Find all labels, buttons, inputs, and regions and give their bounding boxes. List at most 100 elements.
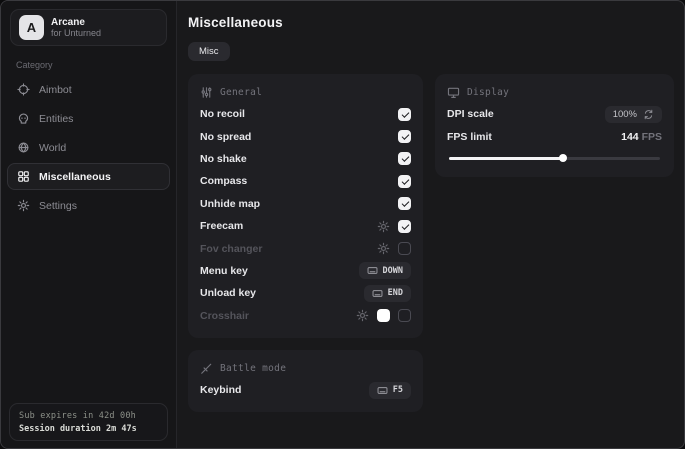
- keyboard-icon: [377, 385, 388, 396]
- sidebar-item-miscellaneous[interactable]: Miscellaneous: [7, 163, 170, 190]
- checkbox[interactable]: [398, 152, 411, 165]
- sidebar-item-label: Entities: [39, 113, 73, 125]
- slider-thumb[interactable]: [559, 154, 567, 162]
- app-window: A Arcane for Unturned Category Aimbot Ent…: [0, 0, 685, 449]
- panel-general: General No recoil No spread No shake Compas…: [188, 74, 423, 338]
- setting-row-menu-key: Menu keyDOWN: [200, 260, 411, 282]
- setting-label: No shake: [200, 153, 247, 165]
- brand-text: Arcane for Unturned: [51, 17, 151, 39]
- slider-fill: [449, 157, 563, 160]
- sidebar-item-settings[interactable]: Settings: [7, 192, 170, 219]
- dpi-scale-select[interactable]: 100%: [605, 106, 662, 123]
- keybind-value: DOWN: [383, 266, 403, 276]
- setting-label: No recoil: [200, 108, 245, 120]
- dpi-scale-label: DPI scale: [447, 108, 494, 120]
- gear-icon[interactable]: [377, 220, 390, 233]
- sidebar: A Arcane for Unturned Category Aimbot Ent…: [1, 1, 177, 448]
- setting-controls: [398, 152, 411, 165]
- skull-icon: [17, 112, 30, 125]
- setting-row-fov-changer: Fov changer: [200, 237, 411, 259]
- panel-general-title: General: [220, 87, 262, 98]
- keybind-value: END: [388, 288, 403, 298]
- panel-battle-header: Battle mode: [200, 362, 411, 375]
- tab-misc[interactable]: Misc: [188, 42, 230, 61]
- checkbox[interactable]: [398, 108, 411, 121]
- fps-unit: FPS: [642, 131, 662, 143]
- right-column: Display DPI scale 100% FPS limit 144: [435, 74, 674, 177]
- setting-row-unhide-map: Unhide map: [200, 193, 411, 215]
- setting-row-freecam: Freecam: [200, 215, 411, 237]
- setting-controls: [398, 130, 411, 143]
- crosshair-icon: [17, 83, 30, 96]
- monitor-icon: [447, 86, 460, 99]
- grid-icon: [17, 170, 30, 183]
- app-subtitle: for Unturned: [51, 28, 151, 38]
- sidebar-nav: Aimbot Entities WorldMiscellaneous Settings: [1, 76, 176, 219]
- setting-label: Freecam: [200, 220, 243, 232]
- general-rows: No recoil No spread No shake CompassUnhide …: [200, 103, 411, 327]
- panel-battle-title: Battle mode: [220, 363, 286, 374]
- keybind-button[interactable]: F5: [369, 382, 411, 399]
- setting-controls: [398, 175, 411, 188]
- sidebar-item-world[interactable]: World: [7, 134, 170, 161]
- checkbox[interactable]: [398, 175, 411, 188]
- gear-icon: [17, 199, 30, 212]
- setting-row-compass: Compass: [200, 170, 411, 192]
- setting-row-keybind: Keybind F5: [200, 379, 411, 401]
- dpi-scale-value: 100%: [613, 109, 637, 120]
- sidebar-item-label: Settings: [39, 200, 77, 212]
- setting-controls: DOWN: [359, 262, 411, 279]
- sidebar-item-entities[interactable]: Entities: [7, 105, 170, 132]
- fps-limit-value: 144 FPS: [621, 131, 662, 143]
- category-label: Category: [16, 60, 176, 70]
- setting-row-unload-key: Unload key END: [200, 282, 411, 304]
- setting-label: Crosshair: [200, 310, 249, 322]
- setting-controls: END: [364, 285, 411, 302]
- sliders-icon: [200, 86, 213, 99]
- setting-row-crosshair: Crosshair: [200, 305, 411, 327]
- tab-bar: Misc: [188, 42, 674, 61]
- sword-icon: [200, 362, 213, 375]
- left-column: General No recoil No spread No shake Compas…: [188, 74, 423, 412]
- setting-row-no-spread: No spread: [200, 125, 411, 147]
- keybind-value: F5: [393, 385, 403, 395]
- keybind-button[interactable]: DOWN: [359, 262, 411, 279]
- checkbox[interactable]: [398, 197, 411, 210]
- checkbox[interactable]: [398, 309, 411, 322]
- setting-label: Unload key: [200, 287, 256, 299]
- page-title: Miscellaneous: [188, 15, 674, 30]
- main-content: Miscellaneous Misc General No recoil No s…: [177, 1, 685, 448]
- setting-row-no-recoil: No recoil: [200, 103, 411, 125]
- session-duration-text: Session duration 2m 47s: [19, 424, 158, 434]
- keybind-button[interactable]: END: [364, 285, 411, 302]
- cycle-icon: [643, 109, 654, 120]
- fps-limit-row: FPS limit 144 FPS: [447, 125, 662, 147]
- panel-columns: General No recoil No spread No shake Compas…: [188, 74, 674, 412]
- battle-rows: Keybind F5: [200, 379, 411, 401]
- brand-card[interactable]: A Arcane for Unturned: [10, 9, 167, 46]
- panel-display-header: Display: [447, 86, 662, 99]
- setting-controls: [356, 309, 411, 322]
- avatar: A: [19, 15, 44, 40]
- checkbox[interactable]: [398, 220, 411, 233]
- gear-icon[interactable]: [377, 242, 390, 255]
- setting-row-no-shake: No shake: [200, 148, 411, 170]
- sidebar-item-aimbot[interactable]: Aimbot: [7, 76, 170, 103]
- keyboard-icon: [372, 288, 383, 299]
- gear-icon[interactable]: [356, 309, 369, 322]
- checkbox[interactable]: [398, 242, 411, 255]
- sidebar-item-label: Aimbot: [39, 84, 72, 96]
- checkbox[interactable]: [398, 130, 411, 143]
- color-swatch[interactable]: [377, 309, 390, 322]
- fps-limit-slider[interactable]: [449, 157, 660, 160]
- dpi-scale-row: DPI scale 100%: [447, 103, 662, 125]
- globe-icon: [17, 141, 30, 154]
- app-name: Arcane: [51, 17, 151, 29]
- panel-display-title: Display: [467, 87, 509, 98]
- setting-label: Keybind: [200, 384, 241, 396]
- panel-display: Display DPI scale 100% FPS limit 144: [435, 74, 674, 177]
- fps-limit-label: FPS limit: [447, 131, 492, 143]
- setting-label: No spread: [200, 131, 251, 143]
- setting-controls: F5: [369, 382, 411, 399]
- setting-controls: [398, 108, 411, 121]
